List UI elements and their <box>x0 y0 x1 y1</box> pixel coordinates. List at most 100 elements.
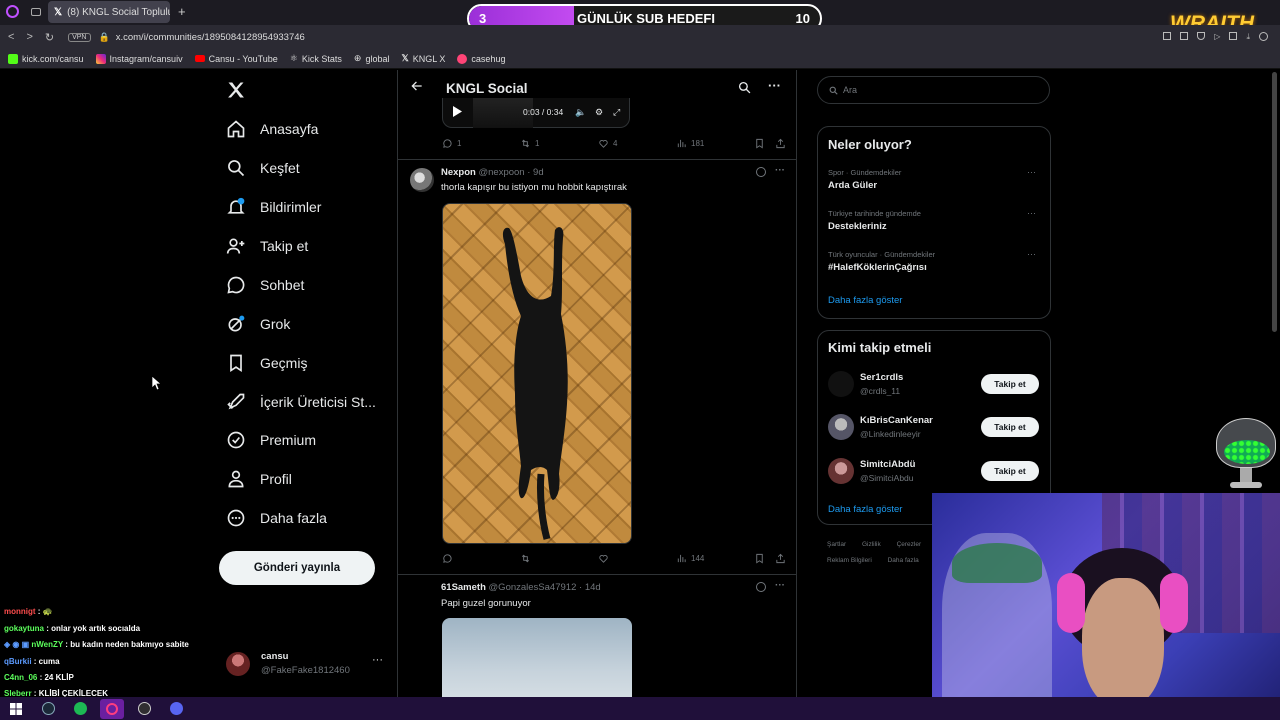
share-button[interactable] <box>775 553 786 564</box>
opera-logo-icon[interactable] <box>6 5 19 18</box>
trend-item[interactable]: Türk oyuncular · Gündemdekiler #HalefKök… <box>828 249 1043 278</box>
like-button[interactable]: 4 <box>598 138 617 149</box>
page-scrollbar[interactable] <box>1272 72 1277 332</box>
follow-button[interactable]: Takip et <box>981 461 1039 481</box>
back-icon[interactable]: < <box>8 31 14 43</box>
reload-icon[interactable]: ↻ <box>45 31 54 44</box>
suggestion-row[interactable]: KıBrisCanKenar @Linkedinleeyir Takip et <box>828 412 1042 442</box>
views-button[interactable]: 144 <box>676 553 704 564</box>
x-logo-icon[interactable] <box>226 80 246 100</box>
footer-link-cookies[interactable]: Çerezler <box>897 541 922 548</box>
trend-more-icon[interactable]: ··· <box>1027 208 1036 218</box>
bookmark-casehug[interactable]: casehug <box>457 53 505 64</box>
post2-time[interactable]: 14d <box>585 582 601 593</box>
pin-icon[interactable] <box>1163 32 1172 40</box>
search-box[interactable]: Ara <box>817 76 1050 104</box>
bookmark-post-button[interactable] <box>754 138 765 149</box>
bookmark-kick[interactable]: kick.com/cansu <box>8 53 84 64</box>
profile-icon[interactable] <box>1259 32 1268 41</box>
post2-grok-icon[interactable] <box>756 582 766 592</box>
nav-follow[interactable]: Takip et <box>226 231 308 261</box>
footer-link-terms[interactable]: Şartlar <box>827 541 846 548</box>
follow-button[interactable]: Takip et <box>981 417 1039 437</box>
spotify-icon[interactable] <box>68 699 92 719</box>
snapshot-icon[interactable] <box>1180 32 1189 40</box>
nav-creator-studio[interactable]: İçerik Üreticisi St... <box>226 387 376 417</box>
trend-more-icon[interactable]: ··· <box>1027 167 1036 177</box>
post1-name[interactable]: Nexpon <box>441 167 476 178</box>
post1-handle[interactable]: @nexpoon <box>478 167 524 178</box>
bookmark-post-button[interactable] <box>754 553 765 564</box>
trend-item[interactable]: Spor · Gündemdekiler Arda Güler ··· <box>828 167 1043 196</box>
discord-icon[interactable] <box>164 699 188 719</box>
new-tab-button[interactable]: + <box>178 4 186 19</box>
url-field[interactable]: x.com/i/communities/1895084128954933746 <box>116 32 305 43</box>
post1-grok-icon[interactable] <box>756 167 766 177</box>
post2-image[interactable] <box>442 618 632 700</box>
video-player[interactable]: 0:03 / 0:34 🔈 ⚙ ⤢ <box>442 98 630 128</box>
nav-home[interactable]: Anasayfa <box>226 114 318 144</box>
bookmark-instagram[interactable]: Instagram/cansuiv <box>95 53 183 64</box>
repost-button[interactable]: 1 <box>520 138 539 149</box>
video-volume-icon[interactable]: 🔈 <box>575 107 586 118</box>
back-arrow-icon[interactable] <box>410 79 424 93</box>
trend-more-icon[interactable]: ··· <box>1027 249 1036 259</box>
nav-notifications[interactable]: Bildirimler <box>226 192 321 222</box>
like-button[interactable] <box>598 553 609 564</box>
forward-icon[interactable]: > <box>26 31 32 43</box>
post2-name[interactable]: 61Sameth <box>441 582 486 593</box>
repost-button[interactable] <box>520 553 531 564</box>
kick-icon <box>8 53 18 64</box>
video-settings-icon[interactable]: ⚙ <box>595 107 603 118</box>
browser-tab-active[interactable]: 𝕏 (8) KNGL Social Topluluk / X <box>48 1 170 23</box>
nav-premium[interactable]: Premium <box>226 425 316 455</box>
bookmark-global[interactable]: ⊕ global <box>354 53 390 64</box>
bookmark-youtube[interactable]: Cansu - YouTube <box>194 54 278 64</box>
reply-button[interactable] <box>442 553 453 564</box>
steam-icon[interactable] <box>36 699 60 719</box>
post2-handle[interactable]: @GonzalesSa47912 <box>489 582 577 593</box>
suggestion-row[interactable]: SimitciAbdü @SimitciAbdu Takip et <box>828 456 1042 486</box>
extensions-icon[interactable] <box>1229 32 1238 40</box>
share-button[interactable] <box>775 138 786 149</box>
post1-more-icon[interactable]: ··· <box>775 165 785 176</box>
feed-search-icon[interactable] <box>738 81 751 94</box>
views-button[interactable]: 181 <box>676 138 704 149</box>
nav-explore[interactable]: Keşfet <box>226 153 300 183</box>
suggestion-row[interactable]: Ser1crdls @crdls_11 Takip et <box>828 369 1042 399</box>
shield-icon[interactable] <box>1197 32 1206 40</box>
windows-start-icon[interactable] <box>4 699 28 719</box>
feed-more-icon[interactable]: ··· <box>768 78 781 93</box>
post1-avatar[interactable] <box>410 168 434 192</box>
nav-grok[interactable]: Grok <box>226 309 290 339</box>
footer-link-ads[interactable]: Reklam Bilgileri <box>827 557 872 564</box>
who-show-more-link[interactable]: Daha fazla göster <box>828 504 902 515</box>
post-button[interactable]: Gönderi yayınla <box>219 551 375 585</box>
video-play-icon[interactable] <box>453 106 462 117</box>
play-icon[interactable]: ▷ <box>1214 32 1220 42</box>
follow-button[interactable]: Takip et <box>981 374 1039 394</box>
post1-image[interactable] <box>442 203 632 544</box>
obs-icon[interactable] <box>132 699 156 719</box>
video-fullscreen-icon[interactable]: ⤢ <box>613 107 620 118</box>
post2-more-icon[interactable]: ··· <box>775 580 785 591</box>
account-more-icon[interactable]: ··· <box>372 654 383 666</box>
account-switcher[interactable]: cansu @FakeFake1812460 ··· <box>226 648 386 682</box>
nav-bookmarks[interactable]: Geçmiş <box>226 348 307 378</box>
download-icon[interactable]: ⤓ <box>1246 32 1250 42</box>
kick-stats-icon: ⚛ <box>289 53 298 63</box>
trend-item[interactable]: Türkiye tarihinde gündemde Destekleriniz… <box>828 208 1043 237</box>
post1-time[interactable]: 9d <box>533 167 544 178</box>
bookmark-kick-stats[interactable]: ⚛ Kick Stats <box>290 53 342 64</box>
vpn-badge[interactable]: VPN <box>68 32 91 42</box>
nav-chat[interactable]: Sohbet <box>226 270 304 300</box>
nav-more[interactable]: Daha fazla <box>226 503 327 533</box>
bookmark-kngl-x[interactable]: 𝕏 KNGL X <box>401 53 445 64</box>
footer-link-privacy[interactable]: Gizlilik <box>862 541 881 548</box>
footer-link-more[interactable]: Daha fazla <box>888 557 919 564</box>
nav-profile[interactable]: Profil <box>226 464 292 494</box>
reply-button[interactable]: 1 <box>442 138 461 149</box>
tab-switcher-icon[interactable] <box>31 8 41 16</box>
opera-icon[interactable] <box>100 698 124 719</box>
trends-show-more-link[interactable]: Daha fazla göster <box>828 295 902 306</box>
